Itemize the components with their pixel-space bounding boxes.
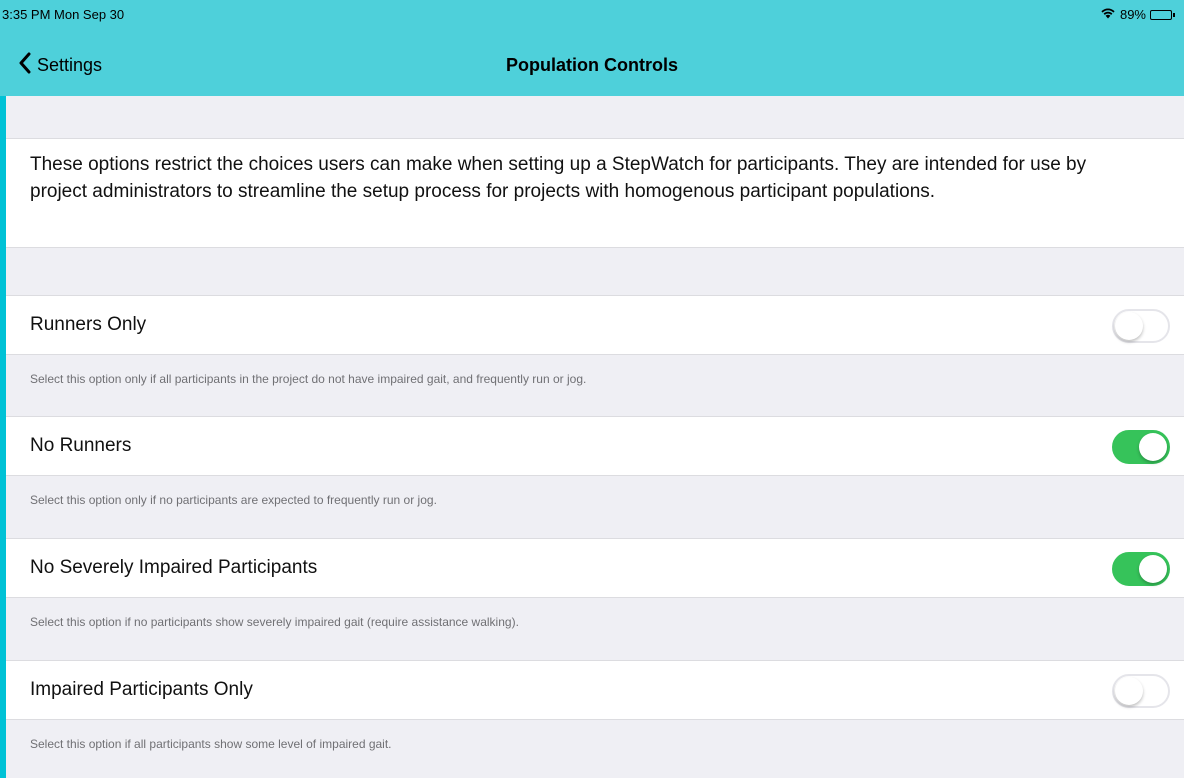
wifi-icon — [1100, 0, 1116, 30]
description-text: These options restrict the choices users… — [30, 154, 1087, 202]
option-footer: Select this option if no participants sh… — [30, 615, 519, 629]
option-label: Runners Only — [30, 314, 147, 335]
status-time: 3:35 PM Mon Sep 30 — [2, 7, 125, 22]
description-block: These options restrict the choices users… — [6, 138, 1184, 248]
option-footer: Select this option if all participants s… — [30, 737, 392, 751]
toggle-knob — [1139, 555, 1167, 583]
option-label: Impaired Participants Only — [30, 679, 253, 700]
battery-percent: 89% — [1119, 7, 1146, 22]
option-row-runners-only: Runners Only — [6, 295, 1184, 355]
option-row-no-severely-impaired: No Severely Impaired Participants — [6, 538, 1184, 598]
option-footer: Select this option only if all participa… — [30, 372, 587, 386]
status-bar: 3:35 PM Mon Sep 30 89% — [0, 0, 1184, 30]
toggle-knob — [1115, 677, 1143, 705]
navigation-bar: Settings Population Controls — [0, 30, 1184, 96]
battery-icon — [1150, 10, 1175, 20]
impaired-only-toggle[interactable] — [1112, 674, 1170, 708]
option-row-impaired-only: Impaired Participants Only — [6, 660, 1184, 720]
option-row-no-runners: No Runners — [6, 416, 1184, 476]
no-severely-impaired-toggle[interactable] — [1112, 552, 1170, 586]
toggle-knob — [1139, 433, 1167, 461]
page-title: Population Controls — [506, 55, 678, 75]
runners-only-toggle[interactable] — [1112, 309, 1170, 343]
no-runners-toggle[interactable] — [1112, 430, 1170, 464]
header: 3:35 PM Mon Sep 30 89% Settings Populati… — [0, 0, 1184, 96]
option-label: No Runners — [30, 435, 132, 456]
option-footer: Select this option only if no participan… — [30, 493, 437, 507]
status-indicators: 89% — [1100, 0, 1175, 30]
toggle-knob — [1115, 312, 1143, 340]
option-label: No Severely Impaired Participants — [30, 557, 318, 578]
